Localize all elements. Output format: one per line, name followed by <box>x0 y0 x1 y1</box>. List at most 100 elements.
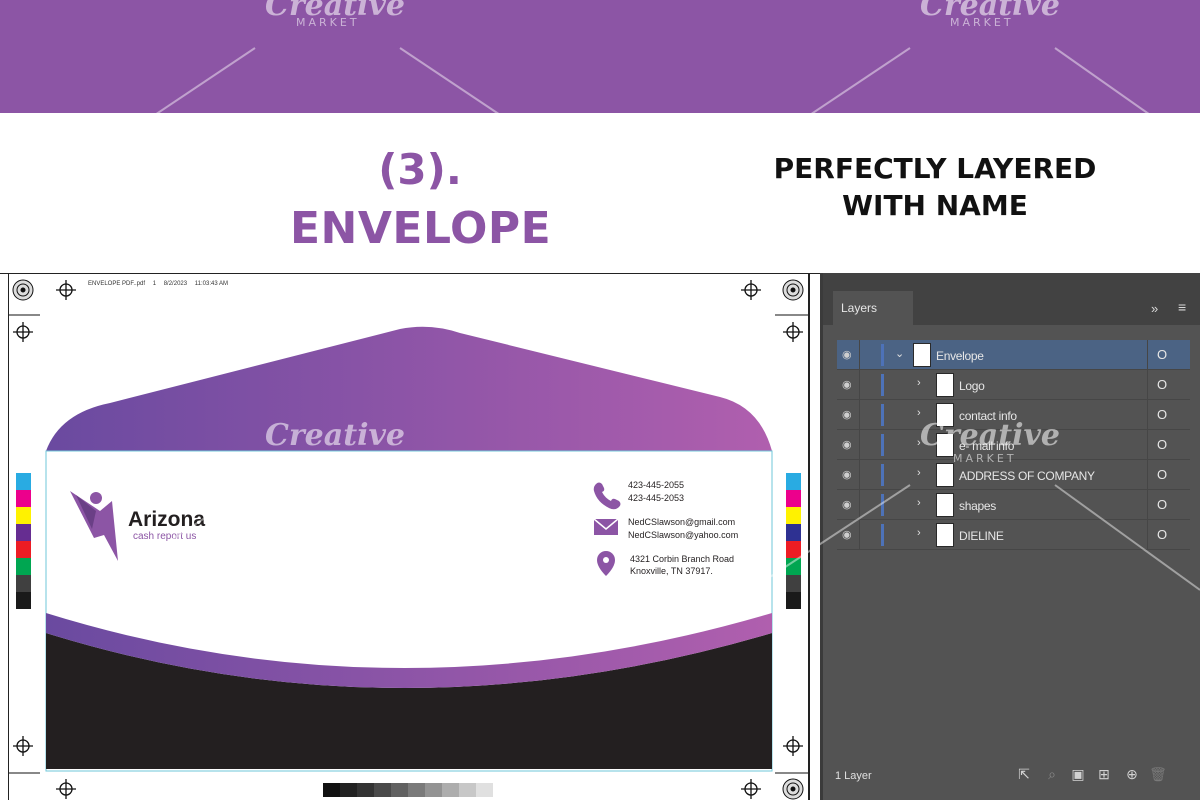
new-sublayer-icon[interactable]: ⊞ <box>1095 766 1113 784</box>
layer-color-marker <box>881 494 884 516</box>
grayscale-strip <box>323 783 493 797</box>
lock-column[interactable] <box>859 520 860 549</box>
layer-color-marker <box>881 404 884 426</box>
color-bar-right <box>786 473 801 609</box>
target-divider <box>1147 400 1148 429</box>
layer-thumbnail <box>936 433 954 457</box>
target-circle-icon[interactable]: O <box>1157 437 1169 452</box>
layer-name[interactable]: contact info <box>959 409 1017 423</box>
visibility-eye-icon[interactable]: ◉ <box>842 438 854 451</box>
section-title: ENVELOPE <box>290 203 552 254</box>
crosshair-mark-5 <box>13 736 33 756</box>
target-circle-icon[interactable]: O <box>1157 497 1169 512</box>
expand-chevron-icon[interactable]: ⌄ <box>895 347 904 360</box>
section-number: (3). <box>378 145 462 194</box>
target-divider <box>1147 340 1148 369</box>
color-bar-left <box>16 473 31 609</box>
visibility-eye-icon[interactable]: ◉ <box>842 378 854 391</box>
layer-row-logo[interactable]: ◉ › Logo O <box>837 370 1190 400</box>
tab-layers[interactable]: Layers <box>833 291 913 325</box>
visibility-eye-icon[interactable]: ◉ <box>842 408 854 421</box>
envelope-flap <box>46 326 772 451</box>
feature-tagline: PERFECTLY LAYERED WITH NAME <box>770 150 1100 224</box>
collapse-panel-icon[interactable]: » <box>1151 301 1158 316</box>
expand-chevron-icon[interactable]: › <box>917 437 921 449</box>
email-address-1: NedCSlawson@gmail.com <box>628 517 736 527</box>
expand-chevron-icon[interactable]: › <box>917 407 921 419</box>
target-divider <box>1147 370 1148 399</box>
layer-count: 1 Layer <box>835 770 872 782</box>
target-circle-icon[interactable]: O <box>1157 377 1169 392</box>
clipping-mask-icon[interactable]: ▣ <box>1069 766 1087 784</box>
panel-menu-icon[interactable]: ≡ <box>1178 299 1186 315</box>
lock-column[interactable] <box>859 400 860 429</box>
tagline-line-2: WITH NAME <box>842 189 1028 222</box>
crosshair-mark-3 <box>13 322 33 342</box>
layer-thumbnail <box>936 523 954 547</box>
layer-row-dieline[interactable]: ◉ › DIELINE O <box>837 520 1190 550</box>
layer-row-email-info[interactable]: ◉ › e- mail info O <box>837 430 1190 460</box>
locate-object-icon[interactable]: ⌕ <box>1043 766 1061 784</box>
envelope-icon <box>593 518 619 535</box>
layer-row-contact-info[interactable]: ◉ › contact info O <box>837 400 1190 430</box>
expand-chevron-icon[interactable]: › <box>917 467 921 479</box>
layer-thumbnail <box>936 493 954 517</box>
crosshair-mark-4 <box>783 322 803 342</box>
visibility-eye-icon[interactable]: ◉ <box>842 498 854 511</box>
target-circle-icon[interactable]: O <box>1157 467 1169 482</box>
target-circle-icon[interactable]: O <box>1157 407 1169 422</box>
crosshair-mark-2 <box>741 280 761 300</box>
export-icon[interactable]: ⇱ <box>1015 766 1033 784</box>
layer-color-marker <box>881 464 884 486</box>
expand-chevron-icon[interactable]: › <box>917 377 921 389</box>
layers-panel-footer: 1 Layer ⇱ ⌕ ▣ ⊞ ⊕ 🗑 <box>823 760 1200 800</box>
layer-color-marker <box>881 434 884 456</box>
layer-name[interactable]: DIELINE <box>959 529 1004 543</box>
layer-thumbnail <box>913 343 931 367</box>
lock-column[interactable] <box>859 460 860 489</box>
layer-name[interactable]: Envelope <box>936 349 984 363</box>
phone-number-1: 423-445-2055 <box>628 480 685 490</box>
expand-chevron-icon[interactable]: › <box>917 527 921 539</box>
registration-mark-top-right <box>782 279 804 301</box>
lock-column[interactable] <box>859 490 860 519</box>
tagline-line-1: PERFECTLY LAYERED <box>773 152 1097 185</box>
visibility-eye-icon[interactable]: ◉ <box>842 468 854 481</box>
visibility-eye-icon[interactable]: ◉ <box>842 348 854 361</box>
crosshair-mark-6 <box>783 736 803 756</box>
layer-color-marker <box>881 344 884 366</box>
brand-name: Arizona <box>128 508 206 531</box>
layers-panel[interactable]: Layers » ≡ ◉ ⌄ Envelope O ◉ › Logo O ◉ ›… <box>820 273 1200 800</box>
new-layer-icon[interactable]: ⊕ <box>1123 766 1141 784</box>
lock-column[interactable] <box>859 370 860 399</box>
lock-column[interactable] <box>859 430 860 459</box>
layer-row-address[interactable]: ◉ › ADDRESS OF COMPANY O <box>837 460 1190 490</box>
layer-name[interactable]: shapes <box>959 499 996 513</box>
layer-name[interactable]: ADDRESS OF COMPANY <box>959 469 1095 483</box>
target-circle-icon[interactable]: O <box>1157 347 1169 362</box>
address-line-1: 4321 Corbin Branch Road <box>630 554 735 564</box>
brand-tagline: cash report us <box>133 531 197 542</box>
crosshair-mark-1 <box>56 280 76 300</box>
layer-thumbnail <box>936 463 954 487</box>
panel-tab-bar: Layers » ≡ <box>823 273 1200 325</box>
registration-mark-top-left <box>12 279 34 301</box>
delete-layer-icon[interactable]: 🗑 <box>1149 766 1167 784</box>
layer-thumbnail <box>936 373 954 397</box>
target-circle-icon[interactable]: O <box>1157 527 1169 542</box>
screenshot-canvas: (3). ENVELOPE PERFECTLY LAYERED WITH NAM… <box>0 0 1200 800</box>
layer-name[interactable]: Logo <box>959 379 985 393</box>
visibility-eye-icon[interactable]: ◉ <box>842 528 854 541</box>
top-banner <box>0 0 1200 113</box>
target-divider <box>1147 430 1148 459</box>
layer-color-marker <box>881 524 884 546</box>
crosshair-mark-7 <box>56 779 76 799</box>
phone-number-2: 423-445-2053 <box>628 493 685 503</box>
target-divider <box>1147 490 1148 519</box>
layer-name[interactable]: e- mail info <box>959 439 1014 453</box>
expand-chevron-icon[interactable]: › <box>917 497 921 509</box>
layer-row-envelope[interactable]: ◉ ⌄ Envelope O <box>837 340 1190 370</box>
crosshair-mark-8 <box>741 779 761 799</box>
layer-row-shapes[interactable]: ◉ › shapes O <box>837 490 1190 520</box>
lock-column[interactable] <box>859 340 860 369</box>
